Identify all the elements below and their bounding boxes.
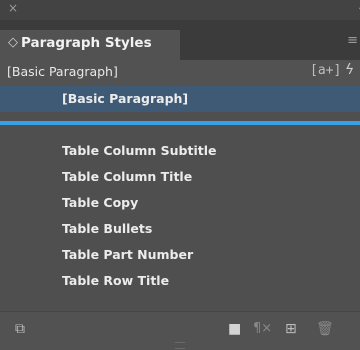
list-item[interactable]: Table Row Title [0,268,360,294]
style-label: Table Copy [62,195,139,210]
style-label: Table Bullets [62,221,153,236]
resize-handle-icon[interactable] [175,342,185,349]
list-item[interactable]: Table Part Number [0,242,360,268]
trash-icon[interactable]: 🗑 [316,321,334,337]
style-label: Table Column Subtitle [62,143,217,158]
style-group-icon[interactable]: ⧉ [15,321,25,337]
style-label: [Basic Paragraph] [62,91,189,106]
panel-title-bar: × ‹ [0,0,360,20]
new-style-icon[interactable]: ⊞ [285,321,297,337]
panel-tab-bar: ◇ Paragraph Styles ≡ [0,20,360,60]
panel-menu-icon[interactable]: ≡ [347,33,358,48]
current-style-row: [Basic Paragraph] [a+] ϟ [0,60,360,86]
tab-toggle-icon: ◇ [8,35,18,50]
style-label: Table Column Title [62,169,193,184]
tab-label: Paragraph Styles [21,35,152,51]
list-item[interactable]: Table Bullets [0,216,360,242]
clear-overrides-icon[interactable]: ¶× [253,321,272,336]
list-item[interactable]: Table Column Subtitle [0,138,360,164]
create-style-from-override-icon[interactable]: [a+] [310,63,341,78]
current-style-label: [Basic Paragraph] [7,64,118,79]
new-group-folder-icon[interactable]: ■ [228,321,241,337]
tab-paragraph-styles[interactable]: ◇ Paragraph Styles [0,30,180,60]
list-item[interactable]: [Basic Paragraph] [0,86,360,112]
list-item [0,112,360,138]
style-label: Table Row Title [62,273,170,288]
quick-apply-icon[interactable]: ϟ [345,62,354,78]
list-item[interactable]: Table Column Title [0,164,360,190]
list-item[interactable]: Table Copy [0,190,360,216]
style-label: Table Part Number [62,247,194,262]
style-list: [Basic Paragraph] Table Column Subtitle … [0,86,360,311]
close-icon[interactable]: × [8,1,18,15]
